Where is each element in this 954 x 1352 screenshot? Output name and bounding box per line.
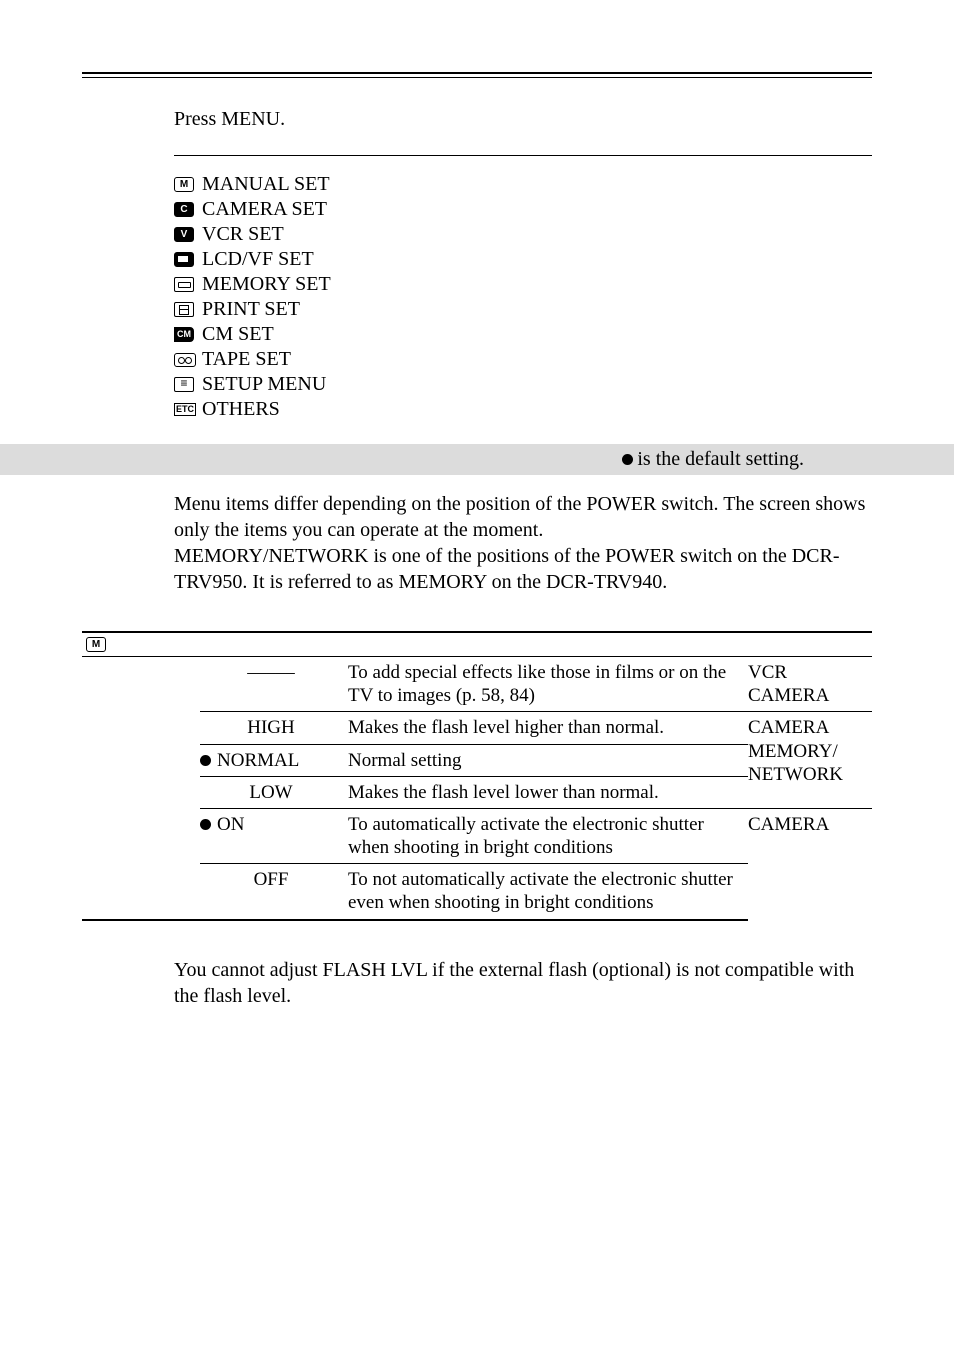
icon-label: SETUP MENU (202, 372, 326, 397)
icon-row-lcd-vf-set: LCD/VF SET (174, 247, 872, 272)
power-line: VCR (748, 661, 866, 684)
default-setting-text: is the default setting. (637, 448, 804, 471)
setup-menu-icon (174, 377, 194, 392)
explanatory-paragraph: Menu items differ depending on the posit… (174, 491, 872, 595)
table-section-header: M (82, 631, 872, 657)
vcr-set-icon: V (174, 227, 194, 242)
icon-label: LCD/VF SET (202, 247, 314, 272)
mode-cell: HIGH (200, 712, 348, 744)
mode-cell: OFF (200, 864, 348, 920)
mode-cell: ON (200, 808, 348, 863)
mode-value: LOW (249, 781, 292, 804)
description-cell: Makes the flash level higher than normal… (348, 712, 748, 744)
mode-value: NORMAL (217, 749, 299, 772)
default-setting-bar: is the default setting. (0, 444, 954, 475)
table-row: ––––– To add special effects like those … (82, 657, 872, 712)
mode-value: HIGH (247, 716, 295, 739)
mode-cell: LOW (200, 776, 348, 808)
table-row: HIGH Makes the flash level higher than n… (82, 712, 872, 744)
icon-label: TAPE SET (202, 347, 291, 372)
item-cell (82, 808, 200, 863)
power-line: MEMORY/ (748, 740, 866, 763)
description-cell: Makes the flash level lower than normal. (348, 776, 748, 808)
settings-table-area: M ––––– To add special effects like thos… (82, 631, 872, 921)
power-cell: VCR CAMERA (748, 657, 872, 712)
icon-row-setup-menu: SETUP MENU (174, 372, 872, 397)
print-set-icon (174, 302, 194, 317)
others-icon: ETC (174, 403, 196, 416)
item-cell (82, 744, 200, 776)
note-text: You cannot adjust FLASH LVL if the exter… (174, 957, 872, 1009)
power-cell: CAMERA (748, 808, 872, 919)
item-cell (82, 712, 200, 744)
description-cell: To add special effects like those in fil… (348, 657, 748, 712)
item-cell (82, 776, 200, 808)
icon-row-tape-set: TAPE SET (174, 347, 872, 372)
table-row: ON To automatically activate the electro… (82, 808, 872, 863)
power-line: NETWORK (748, 763, 866, 786)
manual-set-section-icon: M (86, 637, 106, 652)
item-cell (82, 657, 200, 712)
intro-underline (174, 155, 872, 156)
icon-label: OTHERS (202, 397, 280, 422)
power-cell: CAMERA MEMORY/ NETWORK (748, 712, 872, 809)
default-dot-icon (200, 755, 211, 766)
power-line: CAMERA (748, 684, 866, 707)
intro-text: Press MENU. (174, 108, 872, 131)
icon-label: MANUAL SET (202, 172, 330, 197)
default-dot-icon (622, 454, 633, 465)
page-top-rule (82, 72, 872, 78)
item-cell (82, 864, 200, 920)
lcd-vf-set-icon (174, 252, 194, 267)
paragraph-line-1: Menu items differ depending on the posit… (174, 491, 872, 543)
icon-row-manual-set: M MANUAL SET (174, 172, 872, 197)
description-cell: To not automatically activate the electr… (348, 864, 748, 920)
icon-row-print-set: PRINT SET (174, 297, 872, 322)
default-dot-icon (200, 819, 211, 830)
icon-label: PRINT SET (202, 297, 300, 322)
icon-label: CM SET (202, 322, 274, 347)
mode-cell: ––––– (200, 657, 348, 712)
description-cell: Normal setting (348, 744, 748, 776)
mode-value: ON (217, 813, 244, 836)
tape-set-icon (174, 353, 196, 367)
camera-set-icon: C (174, 202, 194, 217)
icon-row-camera-set: C CAMERA SET (174, 197, 872, 222)
cm-set-icon: CM (174, 327, 194, 342)
description-cell: To automatically activate the electronic… (348, 808, 748, 863)
memory-set-icon (174, 277, 194, 292)
settings-table: ––––– To add special effects like those … (82, 657, 872, 921)
mode-cell: NORMAL (200, 744, 348, 776)
icon-list: M MANUAL SET C CAMERA SET V VCR SET LCD/… (174, 172, 872, 422)
manual-set-icon: M (174, 177, 194, 192)
icon-row-others: ETC OTHERS (174, 397, 872, 422)
paragraph-line-2: MEMORY/NETWORK is one of the positions o… (174, 543, 872, 595)
mode-value: OFF (254, 868, 289, 891)
power-line: CAMERA (748, 813, 866, 836)
icon-label: MEMORY SET (202, 272, 331, 297)
mode-value: ––––– (247, 661, 295, 684)
power-line: CAMERA (748, 716, 866, 739)
icon-label: CAMERA SET (202, 197, 327, 222)
icon-row-memory-set: MEMORY SET (174, 272, 872, 297)
icon-label: VCR SET (202, 222, 284, 247)
icon-row-cm-set: CM CM SET (174, 322, 872, 347)
icon-row-vcr-set: V VCR SET (174, 222, 872, 247)
